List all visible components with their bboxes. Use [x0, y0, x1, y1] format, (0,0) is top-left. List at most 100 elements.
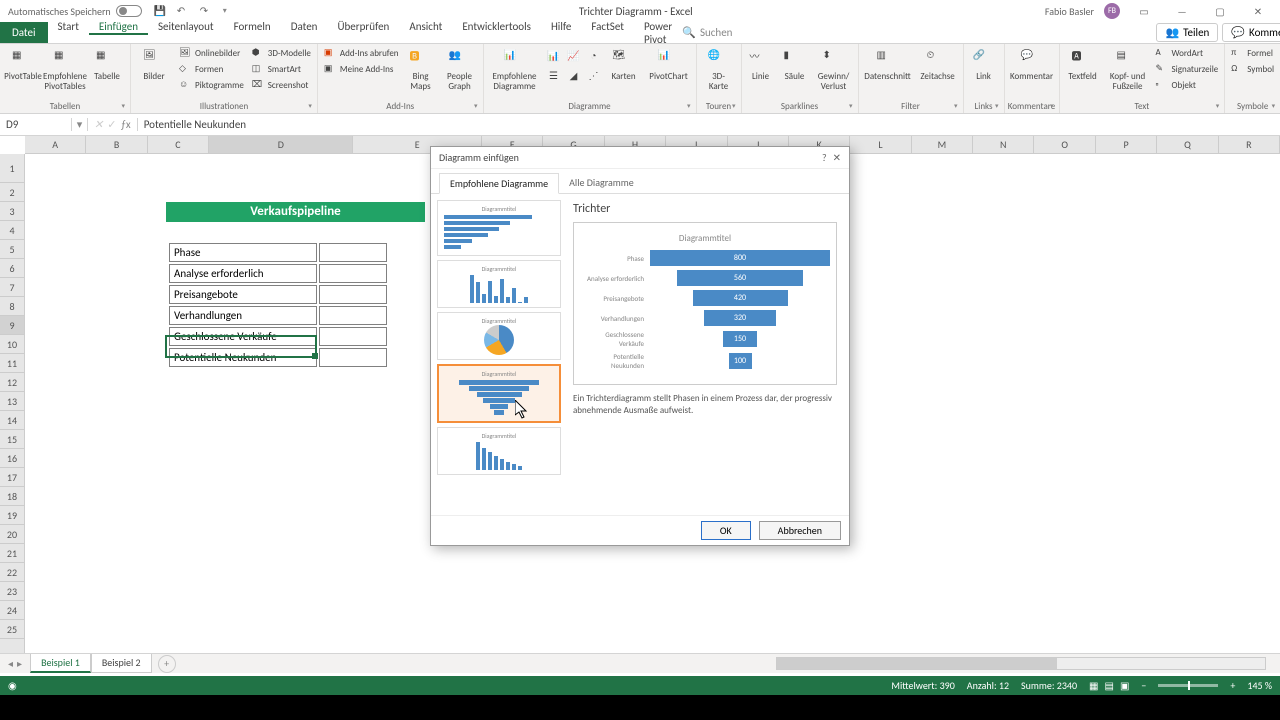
dialog-help-icon[interactable]: ? [822, 151, 827, 164]
cancel-formula-icon[interactable]: ✕ [94, 118, 103, 131]
tab-ansicht[interactable]: Ansicht [399, 20, 452, 33]
smartart-button[interactable]: ◫SmartArt [249, 62, 314, 77]
sparkline-winloss-button[interactable]: ⬍Gewinn/ Verlust [813, 46, 855, 94]
tab-start[interactable]: Start [48, 20, 89, 33]
cancel-button[interactable]: Abbrechen [759, 521, 841, 540]
tab-formeln[interactable]: Formeln [224, 20, 281, 33]
sheet-tab[interactable]: Beispiel 1 [30, 654, 91, 673]
autosave-toggle[interactable] [116, 5, 142, 17]
tab-factset[interactable]: FactSet [581, 20, 634, 33]
row-header-14[interactable]: 14 [0, 411, 24, 430]
sheet-next-icon[interactable]: ▸ [17, 657, 22, 670]
table-cell[interactable] [319, 285, 387, 304]
row-header-17[interactable]: 17 [0, 468, 24, 487]
tab-einfügen[interactable]: Einfügen [89, 20, 148, 35]
confirm-formula-icon[interactable]: ✓ [107, 118, 116, 131]
name-box[interactable]: D9 [0, 118, 72, 131]
save-icon[interactable]: 💾 [154, 4, 168, 18]
sheet-tab[interactable]: Beispiel 2 [91, 654, 152, 673]
icons-button[interactable]: ☺Piktogramme [176, 78, 247, 93]
bing-maps-button[interactable]: 🅱Bing Maps [404, 46, 438, 94]
3d-map-button[interactable]: 🌐3D- Karte [700, 46, 738, 94]
table-cell[interactable] [319, 327, 387, 346]
col-header-O[interactable]: O [1034, 136, 1095, 153]
row-header-6[interactable]: 6 [0, 259, 24, 278]
row-header-18[interactable]: 18 [0, 487, 24, 506]
col-header-N[interactable]: N [973, 136, 1034, 153]
row-header-21[interactable]: 21 [0, 544, 24, 563]
search-label[interactable]: Suchen [700, 26, 733, 39]
row-header-12[interactable]: 12 [0, 373, 24, 392]
table-cell[interactable] [319, 306, 387, 325]
row-header-11[interactable]: 11 [0, 354, 24, 373]
minimize-icon[interactable]: — [1168, 2, 1196, 20]
col-header-D[interactable]: D [209, 136, 353, 153]
tab-seitenlayout[interactable]: Seitenlayout [148, 20, 224, 33]
col-header-C[interactable]: C [148, 136, 209, 153]
zoom-out-icon[interactable]: − [1141, 679, 1146, 692]
row-header-20[interactable]: 20 [0, 525, 24, 544]
images-button[interactable]: 🖼Bilder [134, 46, 174, 84]
row-header-23[interactable]: 23 [0, 582, 24, 601]
close-icon[interactable]: ✕ [1244, 2, 1272, 20]
my-addins-button[interactable]: ▣Meine Add-Ins [321, 62, 402, 77]
column-chart-icon[interactable]: 📊 [545, 46, 563, 64]
bar-chart-icon[interactable]: ☰ [545, 66, 563, 84]
fx-icon[interactable]: ƒx [120, 118, 130, 131]
table-cell[interactable]: Analyse erforderlich [169, 264, 317, 283]
link-button[interactable]: 🔗Link [967, 46, 1001, 84]
row-header-15[interactable]: 15 [0, 430, 24, 449]
comment-button[interactable]: 💬Kommentar [1008, 46, 1056, 84]
redo-icon[interactable]: ↷ [200, 4, 214, 18]
line-chart-icon[interactable]: 📈 [565, 46, 583, 64]
row-header-19[interactable]: 19 [0, 506, 24, 525]
recommended-charts-button[interactable]: 📊Empfohlene Diagramme [487, 46, 543, 94]
table-cell[interactable] [319, 264, 387, 283]
table-button[interactable]: ▦Tabelle [87, 46, 127, 84]
tab-daten[interactable]: Daten [281, 20, 328, 33]
wordart-button[interactable]: AWordArt [1153, 46, 1222, 61]
row-header-3[interactable]: 3 [0, 202, 24, 221]
3d-models-button[interactable]: ⬢3D-Modelle [249, 46, 314, 61]
get-addins-button[interactable]: ▣Add-Ins abrufen [321, 46, 402, 61]
row-header-7[interactable]: 7 [0, 278, 24, 297]
thumb-clustered-bar[interactable]: Diagrammtitel [437, 200, 561, 256]
row-header-9[interactable]: 9 [0, 316, 24, 335]
ribbon-options-icon[interactable]: ▭ [1130, 2, 1158, 20]
tab-all-charts[interactable]: Alle Diagramme [559, 173, 644, 193]
row-header-13[interactable]: 13 [0, 392, 24, 411]
col-header-L[interactable]: L [850, 136, 911, 153]
table-cell[interactable]: Phase [169, 243, 317, 262]
maximize-icon[interactable]: ▢ [1206, 2, 1234, 20]
thumb-pareto[interactable]: Diagrammtitel [437, 427, 561, 475]
formula-button[interactable]: πFormel [1228, 46, 1277, 61]
row-header-5[interactable]: 5 [0, 240, 24, 259]
record-macro-icon[interactable]: ◉ [8, 679, 17, 692]
sparkline-column-button[interactable]: ▮Säule [779, 46, 811, 84]
thumb-clustered-column[interactable]: Diagrammtitel [437, 260, 561, 308]
header-footer-button[interactable]: ▤Kopf- und Fußzeile [1105, 46, 1151, 94]
timeline-button[interactable]: ⏲Zeitachse [916, 46, 960, 84]
object-button[interactable]: ▫Objekt [1153, 78, 1222, 93]
scatter-chart-icon[interactable]: ⋰ [585, 66, 603, 84]
file-tab[interactable]: Datei [0, 22, 48, 43]
col-header-R[interactable]: R [1219, 136, 1280, 153]
screenshot-button[interactable]: ⌧Screenshot [249, 78, 314, 93]
table-cell[interactable] [319, 243, 387, 262]
page-layout-icon[interactable]: ▤ [1105, 679, 1114, 692]
col-header-Q[interactable]: Q [1157, 136, 1218, 153]
symbol-button[interactable]: ΩSymbol [1228, 62, 1277, 77]
pivottable-button[interactable]: ▦PivotTable [3, 46, 43, 84]
pie-chart-icon[interactable]: ◔ [585, 46, 603, 64]
online-images-button[interactable]: 🖼Onlinebilder [176, 46, 247, 61]
sheet-prev-icon[interactable]: ◂ [8, 657, 13, 670]
row-header-2[interactable]: 2 [0, 183, 24, 202]
tab-überprüfen[interactable]: Überprüfen [327, 20, 399, 33]
table-cell[interactable]: Verhandlungen [169, 306, 317, 325]
zoom-slider[interactable] [1158, 684, 1218, 687]
share-button[interactable]: 👥Teilen [1156, 23, 1218, 42]
sparkline-line-button[interactable]: 〰Linie [745, 46, 777, 84]
area-chart-icon[interactable]: ◢ [565, 66, 583, 84]
ok-button[interactable]: OK [701, 521, 751, 540]
table-cell[interactable]: Preisangebote [169, 285, 317, 304]
